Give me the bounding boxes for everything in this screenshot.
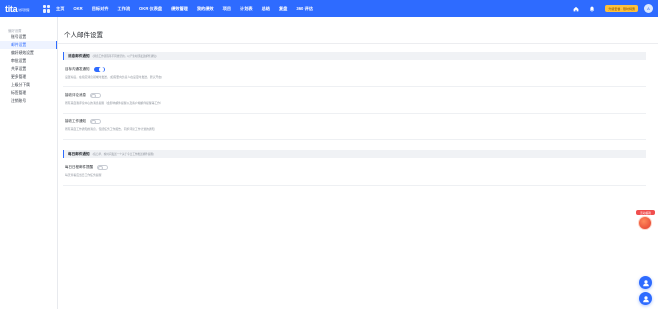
nav-item[interactable]: 计划表 [240, 6, 253, 12]
setting-daily-schedule: 每日日程邮件提醒 每天查看应当日工作任务提醒 [65, 164, 645, 177]
bell-icon[interactable] [589, 6, 595, 12]
nav-item[interactable]: 我的绩效 [197, 6, 214, 12]
setting-label: 接收评论消息 [65, 93, 86, 97]
comment-notify-toggle[interactable] [90, 92, 101, 99]
nav-item[interactable]: 工作流 [117, 6, 130, 12]
daily-schedule-toggle[interactable] [97, 164, 108, 171]
section-title: 消息邮件通知 [68, 53, 90, 58]
section-hint: (消息工作流程等不同类型的，以产生时即发送邮件通知) [92, 55, 157, 58]
sidebar-item[interactable]: 账号设置 [0, 33, 57, 41]
top-navbar: tita 协同管理 主页 OKR 目标对齐 工作流 OKR 仪表盘 绩效管理 我的绩效 项目 计划… [0, 0, 658, 17]
nav-item[interactable]: 360 评估 [296, 6, 313, 12]
goal-notify-toggle[interactable] [93, 66, 105, 73]
setting-work-notify: 接收工作通知 所有来自工作通知的消息，包括任务工作报告，同步评论工作计划的通知 [65, 118, 645, 131]
nav-item[interactable]: OKR [73, 6, 82, 11]
sidebar-item[interactable]: 标签管理 [0, 90, 57, 98]
customer-service-button[interactable] [639, 292, 652, 305]
settings-sidebar: 偏好设置 账号设置 邮件设置 偏好绩效设置 审批设置 共享设置 更多管理 上级分下属 标签管理… [0, 17, 58, 309]
top-right-tools: 升级套餐 · 限时特惠 A [573, 0, 658, 17]
page-title: 个人邮件设置 [64, 32, 103, 39]
sidebar-item[interactable]: 邮件设置 [0, 41, 57, 50]
setting-goal-notify: 目标沟通发通知 设置好后，在指定消息领域时发送，(如需要向负责人在设定时发送，默… [65, 66, 645, 79]
section-daily-email: 每日邮件通知 (每日早、晚时间发送一个关于今日工作推送邮件提醒) [63, 150, 646, 158]
app-logo[interactable]: tita 协同管理 [0, 0, 32, 17]
headset-icon [642, 295, 649, 302]
main-nav: 主页 OKR 目标对齐 工作流 OKR 仪表盘 绩效管理 我的绩效 项目 计划表 总结 复盘 360 … [56, 0, 322, 17]
sidebar-item[interactable]: 上级分下属 [0, 82, 57, 90]
upgrade-badge-button[interactable]: 升级套餐 · 限时特惠 [605, 5, 638, 12]
section-message-email: 消息邮件通知 (消息工作流程等不同类型的，以产生时即发送邮件通知) [63, 52, 646, 60]
setting-desc: 每天查看应当日工作任务提醒 [65, 173, 102, 177]
sidebar-item[interactable]: 审批设置 [0, 57, 57, 65]
nav-item[interactable]: 复盘 [279, 6, 287, 12]
setting-desc: 所有来自我评论中心的消息提醒（会影响邮件提醒以及客户端邮件提醒等工作） [65, 101, 163, 105]
sidebar-item[interactable]: 更多管理 [0, 73, 57, 81]
setting-label: 每日日程邮件提醒 [65, 165, 93, 169]
section-title: 每日邮件通知 [68, 151, 90, 156]
nav-item[interactable]: 总结 [262, 6, 270, 12]
title-divider [58, 43, 658, 44]
user-icon [642, 279, 649, 286]
home-icon[interactable] [573, 6, 579, 12]
help-assistant-button[interactable] [639, 276, 652, 289]
gift-widget[interactable]: 活动福利 [636, 210, 656, 232]
sidebar-item[interactable]: 共享设置 [0, 65, 57, 73]
sidebar-item[interactable]: 注销账号 [0, 98, 57, 106]
gift-icon [638, 216, 652, 230]
setting-label: 接收工作通知 [65, 119, 86, 123]
setting-label: 目标沟通发通知 [65, 67, 90, 71]
nav-item[interactable]: 绩效管理 [171, 6, 188, 12]
nav-item[interactable]: 主页 [56, 6, 64, 12]
sidebar-title: 偏好设置 [8, 29, 22, 33]
nav-item[interactable]: 项目 [223, 6, 231, 12]
sidebar-item[interactable]: 偏好绩效设置 [0, 49, 57, 57]
setting-comment-notify: 接收评论消息 所有来自我评论中心的消息提醒（会影响邮件提醒以及客户端邮件提醒等工… [65, 92, 645, 105]
user-avatar[interactable]: A [644, 4, 653, 13]
setting-desc: 所有来自工作通知的消息，包括任务工作报告，同步评论工作计划的通知 [65, 127, 155, 131]
app-grid-icon[interactable] [43, 4, 51, 13]
work-notify-toggle[interactable] [90, 118, 101, 125]
nav-item[interactable]: 目标对齐 [92, 6, 109, 12]
gift-label: 活动福利 [636, 210, 655, 215]
main-content: 个人邮件设置 消息邮件通知 (消息工作流程等不同类型的，以产生时即发送邮件通知)… [58, 17, 658, 309]
setting-desc: 设置好后，在指定消息领域时发送，(如需要向负责人在设定时发送，默认开启) [65, 75, 162, 79]
section-hint: (每日早、晚时间发送一个关于今日工作推送邮件提醒) [92, 153, 154, 156]
nav-item[interactable]: OKR 仪表盘 [139, 6, 162, 12]
